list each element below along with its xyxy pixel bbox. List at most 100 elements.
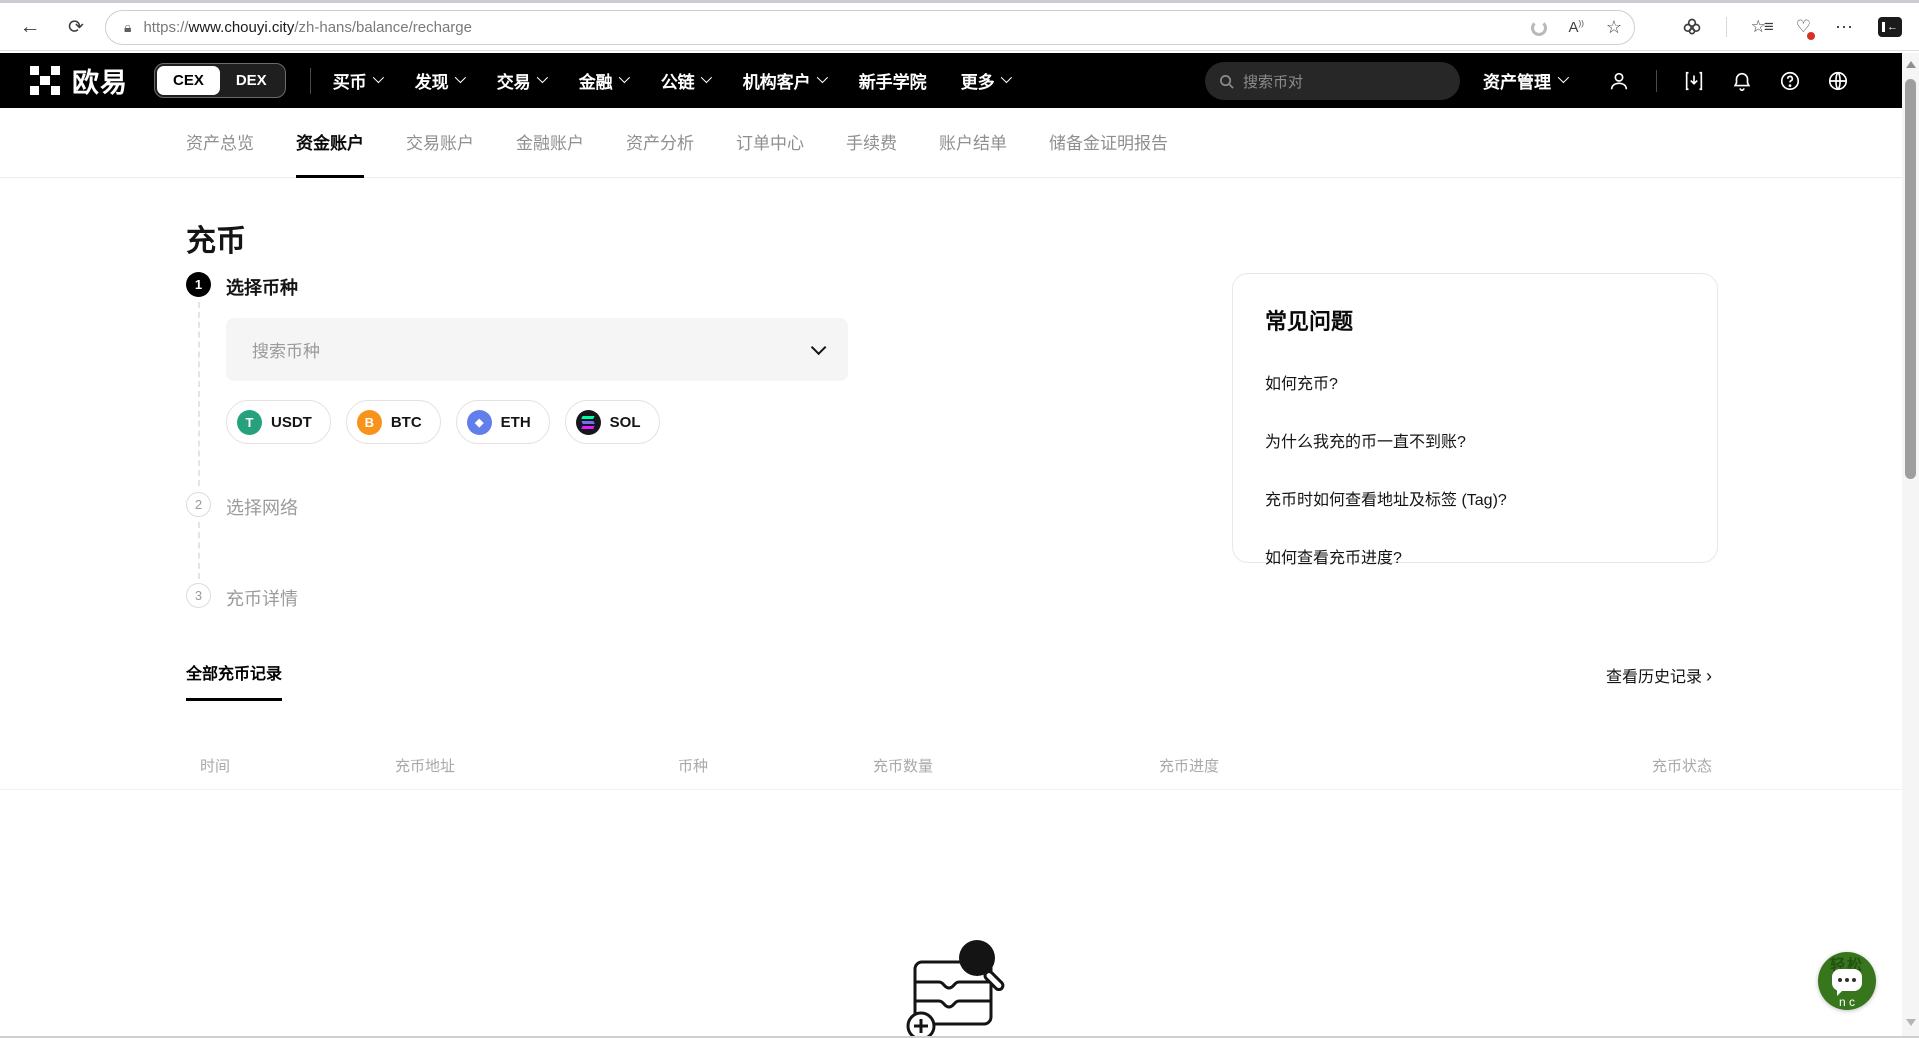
browser-toolbar: ← ⟳ 🔒︎ https://www.chouyi.city/zh-hans/b… — [0, 3, 1919, 51]
download-app-icon[interactable] — [1683, 70, 1705, 92]
col-coin: 币种 — [678, 755, 708, 776]
header-icons — [1608, 53, 1849, 108]
url-text[interactable]: https://www.chouyi.city/zh-hans/balance/… — [143, 19, 472, 36]
nav-item-finance[interactable]: 金融 — [579, 68, 627, 93]
chat-widget-subtext: n c — [1818, 995, 1876, 1009]
coin-chip-btc[interactable]: B BTC — [346, 400, 441, 444]
cex-dex-toggle: CEX DEX — [154, 63, 286, 98]
col-address: 充币地址 — [395, 755, 455, 776]
empty-state-illustration — [893, 938, 1023, 1038]
notifications-bell-icon[interactable] — [1731, 70, 1753, 92]
search-icon — [1219, 74, 1234, 89]
col-progress: 充币进度 — [1159, 755, 1219, 776]
refresh-icon[interactable]: ⟳ — [60, 11, 92, 43]
favorite-star-icon[interactable]: ☆ — [1606, 17, 1622, 38]
btc-icon: B — [357, 410, 382, 435]
read-aloud-icon[interactable]: A)) — [1569, 19, 1584, 36]
toggle-cex[interactable]: CEX — [157, 66, 220, 95]
toggle-dex[interactable]: DEX — [220, 66, 283, 95]
faq-item-how-to-deposit[interactable]: 如何充币? — [1265, 370, 1685, 394]
tab-order-center[interactable]: 订单中心 — [736, 108, 804, 178]
nav-item-institutional[interactable]: 机构客户 — [743, 68, 825, 93]
faq-panel: 常见问题 如何充币? 为什么我充的币一直不到账? 充币时如何查看地址及标签 (T… — [1232, 273, 1718, 563]
brand-name: 欧易 — [72, 61, 128, 100]
browser-essentials-icon[interactable]: ♡ — [1796, 17, 1811, 37]
tab-assets-overview[interactable]: 资产总览 — [186, 108, 254, 178]
scrollbar-up-arrow[interactable] — [1906, 61, 1916, 68]
chat-bubble-icon — [1832, 969, 1862, 991]
scrollbar-down-arrow[interactable] — [1906, 1019, 1916, 1026]
faq-item-address-tag[interactable]: 充币时如何查看地址及标签 (Tag)? — [1265, 486, 1685, 510]
col-status: 充币状态 — [1652, 755, 1712, 776]
site-header: 欧易 CEX DEX 买币 发现 交易 金融 公链 机构客户 新手学院 更多 搜… — [0, 53, 1902, 108]
chevron-down-icon — [536, 71, 547, 82]
step-connector — [198, 522, 200, 579]
view-history-link[interactable]: 查看历史记录› — [1606, 663, 1712, 687]
col-time: 时间 — [200, 755, 230, 776]
records-table-header: 时间 充币地址 币种 充币数量 充币进度 充币状态 — [0, 742, 1919, 790]
coin-chip-sol[interactable]: SOL — [565, 400, 660, 444]
user-profile-icon[interactable] — [1608, 70, 1630, 92]
chevron-down-icon — [1000, 71, 1011, 82]
nav-item-buy[interactable]: 买币 — [333, 68, 381, 93]
page-scrollbar[interactable] — [1902, 53, 1919, 1038]
language-globe-icon[interactable] — [1827, 70, 1849, 92]
tab-trading-account[interactable]: 交易账户 — [406, 108, 474, 178]
sidebar-toggle-icon[interactable]: ← — [1878, 17, 1902, 37]
faq-item-progress[interactable]: 如何查看充币进度? — [1265, 544, 1685, 568]
scrollbar-thumb[interactable] — [1905, 79, 1916, 479]
step-1-label: 选择币种 — [226, 274, 298, 300]
step-2-circle: 2 — [186, 492, 211, 517]
chevron-down-icon — [1558, 71, 1569, 82]
tab-asset-analysis[interactable]: 资产分析 — [626, 108, 694, 178]
chevron-right-icon: › — [1706, 666, 1712, 686]
col-amount: 充币数量 — [873, 755, 933, 776]
chevron-down-icon — [811, 340, 827, 356]
tab-account-statement[interactable]: 账户结单 — [939, 108, 1007, 178]
step-connector — [198, 302, 200, 486]
sol-icon — [576, 410, 601, 435]
page-load-icon — [1531, 20, 1547, 36]
tab-all-deposit-records[interactable]: 全部充币记录 — [186, 660, 282, 701]
assets-management-menu[interactable]: 资产管理 — [1483, 53, 1566, 108]
toolbar-right-icons: ☆≡ ♡ ⋯ ← — [1682, 11, 1902, 43]
chevron-down-icon — [700, 71, 711, 82]
tab-funding-account[interactable]: 资金账户 — [296, 108, 364, 178]
nav-item-discover[interactable]: 发现 — [415, 68, 463, 93]
header-icons-separator — [1656, 70, 1657, 92]
step-1-circle: 1 — [186, 272, 211, 297]
nav-item-academy[interactable]: 新手学院 — [859, 68, 927, 93]
coin-search-select[interactable]: 搜索币种 — [226, 318, 848, 381]
extensions-icon[interactable] — [1682, 17, 1702, 37]
tab-finance-account[interactable]: 金融账户 — [516, 108, 584, 178]
sol-bars — [582, 416, 594, 429]
chevron-down-icon — [454, 71, 465, 82]
main-nav: 买币 发现 交易 金融 公链 机构客户 新手学院 更多 — [333, 68, 1009, 93]
page-title: 充币 — [186, 216, 246, 260]
favorites-collections-icon[interactable]: ☆≡ — [1751, 17, 1772, 37]
account-sub-nav: 资产总览 资金账户 交易账户 金融账户 资产分析 订单中心 手续费 账户结单 储… — [0, 108, 1902, 178]
coin-chip-usdt[interactable]: T USDT — [226, 400, 331, 444]
notification-badge — [1806, 31, 1816, 41]
nav-item-chain[interactable]: 公链 — [661, 68, 709, 93]
eth-icon: ◆ — [467, 410, 492, 435]
back-icon[interactable]: ← — [14, 11, 46, 43]
step-3-circle: 3 — [186, 583, 211, 608]
step-2-label: 选择网络 — [226, 494, 298, 520]
customer-service-chat-widget[interactable]: 轻松 n c — [1818, 952, 1876, 1010]
tab-fees[interactable]: 手续费 — [846, 108, 897, 178]
faq-item-not-arrived[interactable]: 为什么我充的币一直不到账? — [1265, 428, 1685, 452]
address-bar[interactable]: 🔒︎ https://www.chouyi.city/zh-hans/balan… — [105, 10, 1635, 45]
lock-icon: 🔒︎ — [124, 19, 131, 36]
chevron-down-icon — [618, 71, 629, 82]
pair-search-input[interactable]: 搜索币对 — [1205, 62, 1460, 100]
okx-logo[interactable]: 欧易 — [30, 61, 128, 100]
faq-title: 常见问题 — [1265, 304, 1685, 336]
nav-item-trade[interactable]: 交易 — [497, 68, 545, 93]
help-icon[interactable] — [1779, 70, 1801, 92]
tab-proof-of-reserves[interactable]: 储备金证明报告 — [1049, 108, 1168, 178]
nav-item-more[interactable]: 更多 — [961, 68, 1009, 93]
chevron-down-icon — [372, 71, 383, 82]
settings-menu-icon[interactable]: ⋯ — [1835, 17, 1854, 38]
coin-chip-eth[interactable]: ◆ ETH — [456, 400, 550, 444]
